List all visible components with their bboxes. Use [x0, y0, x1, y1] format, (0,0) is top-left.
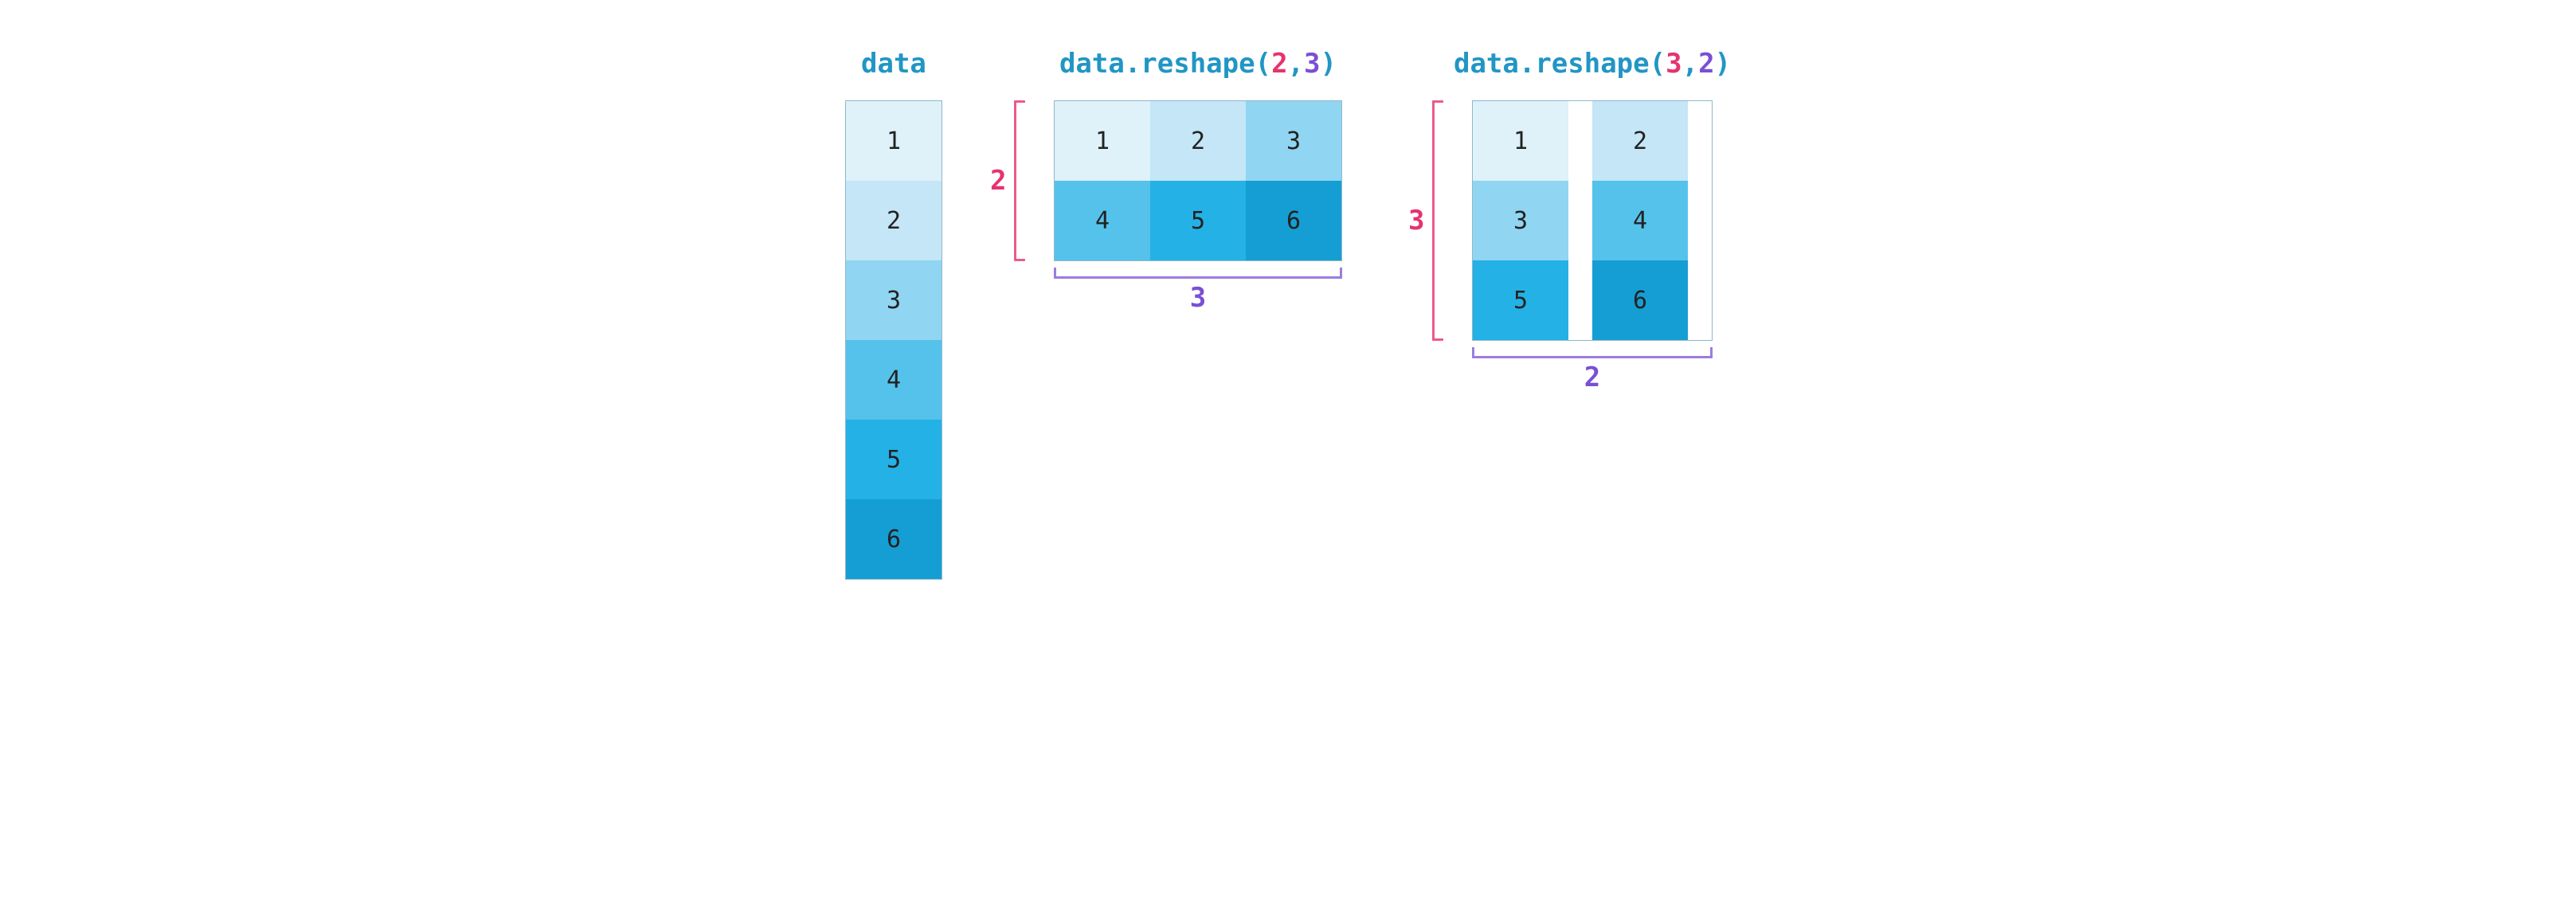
- cell: 5: [846, 420, 942, 499]
- panel-reshape-3x2: data.reshape(3,2) 1 2 3 4 5 6 3 2: [1454, 48, 1731, 341]
- cols-bracket: 2: [1472, 347, 1713, 393]
- cell: 6: [1592, 260, 1688, 340]
- cell: 5: [1473, 260, 1568, 340]
- panel-data: data 1 2 3 4 5 6: [845, 48, 942, 580]
- arg-cols: 3: [1304, 48, 1320, 80]
- paren-open: (: [1650, 48, 1666, 80]
- panel-reshape-2x3: data.reshape(2,3) 1 2 3 4 5 6 2 3: [1054, 48, 1342, 261]
- arg-cols: 2: [1698, 48, 1714, 80]
- rows-bracket: 3: [1408, 100, 1443, 341]
- array-data: 1 2 3 4 5 6: [845, 100, 942, 580]
- cell: 1: [1473, 101, 1568, 181]
- cols-label: 3: [1190, 282, 1206, 314]
- cell: 3: [846, 260, 942, 340]
- array-reshape-2x3: 1 2 3 4 5 6: [1054, 100, 1342, 261]
- arg-rows: 2: [1271, 48, 1287, 80]
- rows-label: 2: [990, 165, 1006, 197]
- cell: 1: [1055, 101, 1150, 181]
- cell: 4: [1055, 181, 1150, 260]
- bracket-vertical-icon: [1432, 100, 1443, 341]
- cell: 6: [846, 499, 942, 579]
- title-code: data.reshape: [1059, 48, 1255, 80]
- cell: 1: [846, 101, 942, 181]
- array-reshape-3x2: 1 2 3 4 5 6: [1472, 100, 1713, 341]
- cell: 2: [1592, 101, 1688, 181]
- cell: 4: [846, 340, 942, 420]
- title-reshape-3x2: data.reshape(3,2): [1454, 48, 1731, 80]
- cell: 3: [1246, 101, 1341, 181]
- array-wrapper-2x3: 1 2 3 4 5 6 2 3: [1054, 100, 1342, 261]
- cell: 2: [846, 181, 942, 260]
- title-text: data: [861, 48, 926, 80]
- paren-open: (: [1255, 48, 1271, 80]
- title-data: data: [861, 48, 926, 80]
- rows-label: 3: [1408, 205, 1424, 236]
- title-code: data.reshape: [1454, 48, 1650, 80]
- cell: 5: [1150, 181, 1246, 260]
- cell: 6: [1246, 181, 1341, 260]
- paren-close: ): [1321, 48, 1337, 80]
- cols-label: 2: [1584, 362, 1600, 393]
- comma: ,: [1288, 48, 1304, 80]
- bracket-horizontal-icon: [1472, 347, 1713, 358]
- bracket-horizontal-icon: [1054, 268, 1342, 279]
- comma: ,: [1682, 48, 1698, 80]
- paren-close: ): [1715, 48, 1731, 80]
- rows-bracket: 2: [990, 100, 1025, 261]
- cell: 2: [1150, 101, 1246, 181]
- bracket-vertical-icon: [1014, 100, 1025, 261]
- title-reshape-2x3: data.reshape(2,3): [1059, 48, 1337, 80]
- cols-bracket: 3: [1054, 268, 1342, 314]
- arg-rows: 3: [1666, 48, 1681, 80]
- cell: 3: [1473, 181, 1568, 260]
- cell: 4: [1592, 181, 1688, 260]
- array-wrapper-3x2: 1 2 3 4 5 6 3 2: [1472, 100, 1713, 341]
